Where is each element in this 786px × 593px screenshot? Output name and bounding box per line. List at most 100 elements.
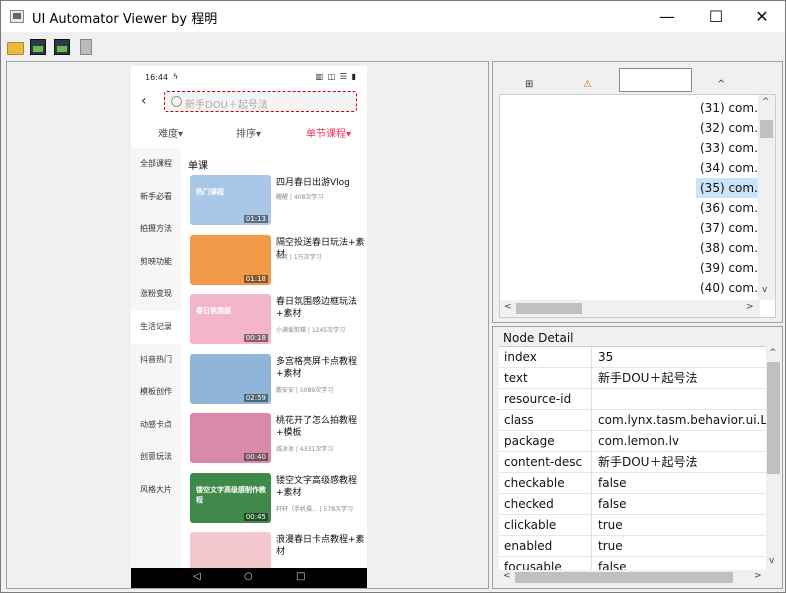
tree-node[interactable]: (35) com.ly	[696, 178, 766, 198]
course-title: 四月春日出游Vlog	[276, 178, 350, 188]
tree-horizontal-scrollbar[interactable]: < >	[500, 300, 760, 317]
property-row[interactable]: resource-id	[499, 389, 766, 410]
scroll-down-icon[interactable]: v	[762, 285, 767, 295]
expand-icon[interactable]: ⊞	[525, 79, 533, 90]
warning-icon[interactable]: ⚠	[583, 79, 592, 90]
property-value: false	[598, 476, 627, 490]
category-item[interactable]: 剪映功能	[131, 246, 181, 279]
tree-node[interactable]: (36) com.ly	[696, 198, 766, 218]
property-row[interactable]: clickable true	[499, 515, 766, 536]
tree-node[interactable]: (37) com.ly	[696, 218, 766, 238]
property-key: text	[504, 371, 528, 385]
filter-sort[interactable]: 排序▾	[236, 125, 261, 140]
property-value: true	[598, 518, 623, 532]
tree-vertical-scrollbar[interactable]: ^ v	[758, 95, 775, 300]
column-divider	[591, 410, 592, 431]
filter-single-course[interactable]: 单节课程▾	[306, 125, 351, 140]
tree-hscroll-thumb[interactable]	[516, 303, 582, 314]
tree-node[interactable]: (34) com.ly	[696, 158, 766, 178]
maximize-button[interactable]: ☐	[693, 1, 739, 32]
scroll-down-icon[interactable]: v	[769, 556, 774, 566]
thumbnail-caption: 镂空文字高级感制作教程	[196, 485, 266, 504]
course-item[interactable]: 镂空文字高级感制作教程 00:45 镂空文字高级感教程+素材 轩轩（手机摄... | …	[190, 472, 362, 525]
property-row[interactable]: text 新手DOU＋起号法	[499, 368, 766, 389]
column-divider	[591, 389, 592, 410]
tree-node[interactable]: (39) com.ly	[696, 258, 766, 278]
scroll-left-icon[interactable]: <	[503, 571, 511, 581]
tree-node[interactable]: (40) com.ly	[696, 278, 766, 298]
scroll-up-icon[interactable]: ^	[762, 97, 770, 107]
category-item[interactable]: 拍摄方法	[131, 213, 181, 246]
category-item[interactable]: 动感卡点	[131, 409, 181, 442]
title-bar: UI Automator Viewer by 程明 — ☐ ✕	[1, 1, 785, 32]
property-value: 35	[598, 350, 614, 364]
search-row: ‹ 新手DOU＋起号法	[131, 88, 367, 116]
course-item[interactable]: 热门课程 01:13 四月春日出游Vlog 醒醒 | 408次学习	[190, 175, 362, 227]
device-screenshot-icon[interactable]	[30, 39, 46, 55]
category-item[interactable]: 创意玩法	[131, 441, 181, 474]
course-duration: 01:13	[243, 215, 268, 223]
minimize-button[interactable]: —	[644, 1, 690, 32]
scroll-right-icon[interactable]: >	[754, 571, 762, 581]
detail-scroll-thumb[interactable]	[767, 362, 780, 474]
nav-recents-icon[interactable]: □	[296, 571, 305, 582]
open-folder-icon[interactable]	[7, 39, 24, 55]
property-row[interactable]: checked false	[499, 494, 766, 515]
toolbar	[1, 32, 785, 60]
detail-hscroll-thumb[interactable]	[515, 572, 733, 583]
tree-node[interactable]: (32) com.ly	[696, 118, 766, 138]
property-key: checked	[504, 497, 554, 511]
tree-scroll-thumb[interactable]	[760, 120, 773, 138]
property-row[interactable]: checkable false	[499, 473, 766, 494]
tree-node[interactable]: (38) com.ly	[696, 238, 766, 258]
device-screenshot-compressed-icon[interactable]	[54, 39, 70, 55]
category-item[interactable]: 新手必看	[131, 181, 181, 214]
tree-node[interactable]: (33) com.ly	[696, 138, 766, 158]
property-row[interactable]: enabled true	[499, 536, 766, 557]
search-field[interactable]	[619, 68, 692, 92]
property-key: content-desc	[504, 455, 583, 469]
search-input[interactable]: 新手DOU＋起号法	[164, 91, 357, 112]
course-item[interactable]: 01:18 隔空投送春日玩法+素材 蒋蒋 | 1万次学习	[190, 234, 365, 287]
node-detail-label: Node Detail	[503, 331, 574, 345]
course-item[interactable]: 00:40 桃花开了怎么拍教程+模板 咸冰冰 | 4331次学习	[190, 413, 362, 465]
column-divider	[591, 473, 592, 494]
property-row[interactable]: focusable false	[499, 557, 766, 570]
status-time: 16:44	[145, 73, 169, 82]
back-arrow-icon[interactable]: ‹	[141, 93, 147, 109]
property-row[interactable]: class com.lynx.tasm.behavior.ui.Ly...	[499, 410, 766, 431]
property-row[interactable]: package com.lemon.lv	[499, 431, 766, 452]
save-icon[interactable]	[80, 39, 92, 55]
property-row[interactable]: content-desc 新手DOU＋起号法	[499, 452, 766, 473]
course-title: 镂空文字高级感教程+素材	[276, 475, 358, 498]
category-item[interactable]: 模板创作	[131, 376, 181, 409]
nav-home-icon[interactable]: ○	[244, 571, 253, 582]
hierarchy-pane: ⊞ ⚠ ^ (31) com.ly (32) com.ly (33) com.ly(…	[492, 61, 783, 323]
scroll-right-icon[interactable]: >	[746, 302, 754, 312]
hierarchy-tree[interactable]: (31) com.ly (32) com.ly (33) com.ly (34) co…	[499, 94, 776, 318]
detail-horizontal-scrollbar[interactable]: < >	[499, 570, 766, 585]
category-item[interactable]: 抖音热门	[131, 344, 181, 377]
property-key: class	[504, 413, 534, 427]
course-duration: 00:45	[243, 512, 268, 521]
property-row[interactable]: index 35	[499, 347, 766, 368]
phone-screenshot[interactable]: 16:44 ϟ ▥ ◫ ☰ ▮ ‹ 新手DOU＋起号法 难度▾ 排序▾ 单节课程…	[131, 66, 367, 588]
scroll-up-icon[interactable]: ^	[769, 348, 777, 358]
detail-vertical-scrollbar[interactable]: ^ v	[766, 346, 781, 570]
nav-back-icon[interactable]: ◁	[193, 571, 201, 582]
course-title: 浪漫春日卡点教程+素材	[276, 535, 365, 557]
category-item[interactable]: 涨粉变现	[131, 278, 181, 311]
category-item[interactable]: 风格大片	[131, 474, 181, 507]
close-button[interactable]: ✕	[739, 1, 785, 32]
category-item[interactable]: 生活记录	[131, 310, 181, 344]
category-item[interactable]: 全部课程	[131, 148, 181, 181]
collapse-icon[interactable]: ^	[717, 79, 725, 90]
property-value: 新手DOU＋起号法	[598, 455, 698, 469]
filter-difficulty[interactable]: 难度▾	[158, 125, 183, 140]
course-item[interactable]: 春日氛围感 00:18 春日氛围感边框玩法+素材 小满爱剪辑 | 1245次学习	[190, 294, 362, 346]
tree-node[interactable]: (31) com.ly	[696, 98, 766, 118]
scroll-left-icon[interactable]: <	[504, 302, 512, 312]
course-item[interactable]: 02:59 多宫格亮屏卡点教程+素材 鹏安安 | 5089次学习	[190, 353, 362, 406]
section-title: 单课	[188, 161, 208, 172]
column-divider	[591, 347, 592, 368]
